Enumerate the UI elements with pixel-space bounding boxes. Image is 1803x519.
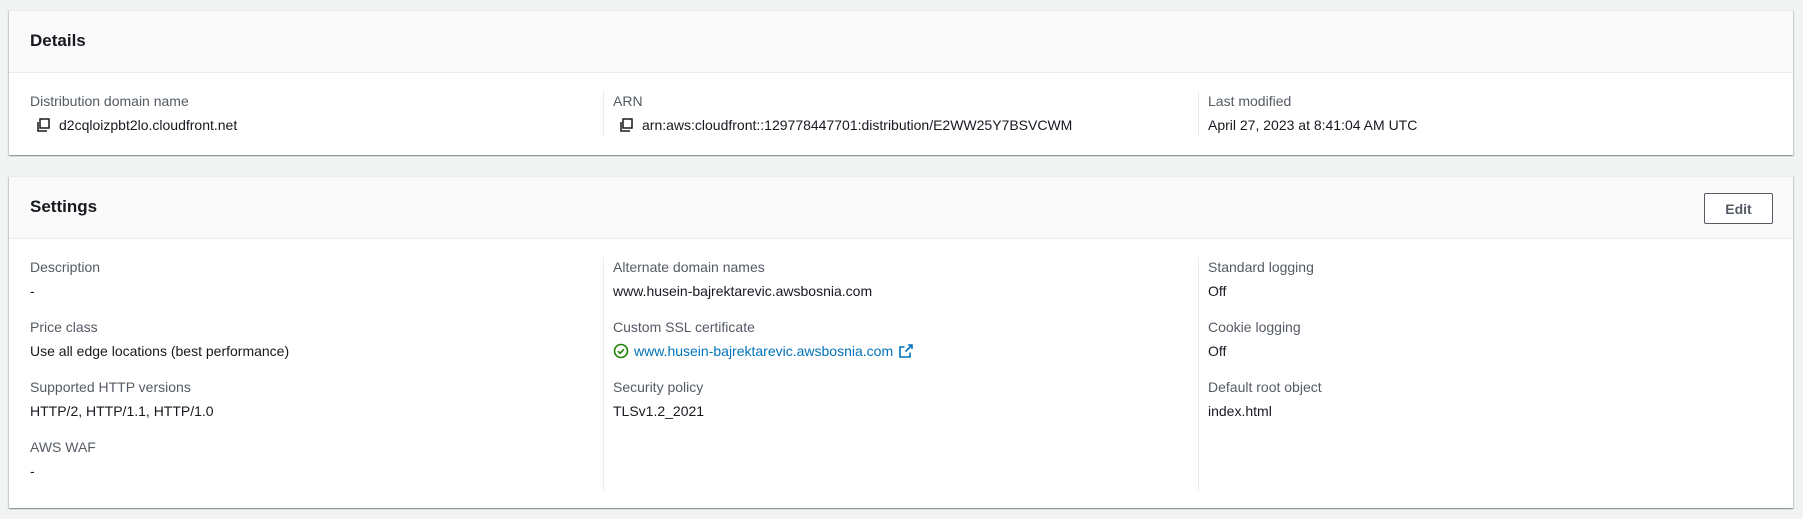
standard-logging-field: Standard logging Off (1208, 257, 1768, 301)
aws-waf-value: - (30, 463, 35, 479)
settings-header: Settings Edit (9, 177, 1793, 239)
status-positive-icon (613, 343, 629, 359)
security-policy-value: TLSv1.2_2021 (613, 403, 705, 419)
price-class-value: Use all edge locations (best performance… (30, 343, 290, 359)
copy-icon[interactable] (35, 117, 51, 133)
custom-ssl-certificate-value-row: www.husein-bajrektarevic.awsbosnia.com (613, 341, 1173, 361)
alternate-domain-names-value: www.husein-bajrektarevic.awsbosnia.com (613, 283, 873, 299)
settings-columns: Description - Price class Use all edge l… (9, 239, 1793, 508)
settings-column-2: Alternate domain names www.husein-bajrek… (613, 257, 1173, 490)
column-divider (603, 257, 604, 490)
arn-field: ARN arn:aws:cloudfront::129778447701:dis… (613, 91, 1173, 135)
description-field: Description - (30, 257, 580, 301)
cookie-logging-field: Cookie logging Off (1208, 317, 1768, 361)
description-label: Description (30, 259, 101, 275)
custom-ssl-certificate-field: Custom SSL certificate www.husein-bajrek… (613, 317, 1173, 361)
description-value: - (30, 283, 35, 299)
details-column-1: Distribution domain name d2cqloizpbt2lo.… (30, 91, 580, 137)
copy-icon[interactable] (618, 117, 634, 133)
details-column-2: ARN arn:aws:cloudfront::129778447701:dis… (613, 91, 1173, 137)
details-title: Details (30, 31, 86, 50)
settings-title: Settings (30, 197, 98, 216)
price-class-label: Price class (30, 319, 98, 335)
http-versions-label: Supported HTTP versions (30, 379, 191, 395)
standard-logging-label: Standard logging (1208, 259, 1314, 275)
price-class-field: Price class Use all edge locations (best… (30, 317, 580, 361)
distribution-domain-value-row: d2cqloizpbt2lo.cloudfront.net (30, 115, 580, 135)
arn-label: ARN (613, 93, 643, 109)
http-versions-value: HTTP/2, HTTP/1.1, HTTP/1.0 (30, 403, 214, 419)
aws-waf-label: AWS WAF (30, 439, 96, 455)
column-divider (1198, 91, 1199, 137)
external-link-icon[interactable] (898, 343, 914, 359)
column-divider (603, 91, 604, 137)
default-root-object-field: Default root object index.html (1208, 377, 1768, 421)
last-modified-label: Last modified (1208, 93, 1292, 109)
cookie-logging-value: Off (1208, 343, 1227, 359)
default-root-object-value: index.html (1208, 403, 1272, 419)
default-root-object-label: Default root object (1208, 379, 1322, 395)
column-divider (1198, 257, 1199, 490)
arn-value: arn:aws:cloudfront::129778447701:distrib… (642, 117, 1073, 133)
custom-ssl-certificate-label: Custom SSL certificate (613, 319, 755, 335)
custom-ssl-certificate-link[interactable]: www.husein-bajrektarevic.awsbosnia.com (634, 341, 893, 361)
arn-value-row: arn:aws:cloudfront::129778447701:distrib… (613, 115, 1173, 135)
standard-logging-value: Off (1208, 283, 1227, 299)
cookie-logging-label: Cookie logging (1208, 319, 1301, 335)
settings-column-3: Standard logging Off Cookie logging Off … (1208, 257, 1768, 490)
http-versions-field: Supported HTTP versions HTTP/2, HTTP/1.1… (30, 377, 580, 421)
alternate-domain-names-field: Alternate domain names www.husein-bajrek… (613, 257, 1173, 301)
details-header: Details (9, 11, 1793, 73)
distribution-domain-value: d2cqloizpbt2lo.cloudfront.net (59, 117, 238, 133)
distribution-domain-field: Distribution domain name d2cqloizpbt2lo.… (30, 91, 580, 135)
last-modified-value: April 27, 2023 at 8:41:04 AM UTC (1208, 117, 1418, 133)
settings-panel: Settings Edit Description - Price class … (9, 176, 1793, 508)
settings-column-1: Description - Price class Use all edge l… (30, 257, 580, 490)
details-columns: Distribution domain name d2cqloizpbt2lo.… (9, 73, 1793, 155)
edit-button[interactable]: Edit (1704, 193, 1773, 224)
details-panel: Details Distribution domain name d2cqloi… (9, 10, 1793, 155)
distribution-domain-label: Distribution domain name (30, 93, 189, 109)
security-policy-field: Security policy TLSv1.2_2021 (613, 377, 1173, 421)
alternate-domain-names-label: Alternate domain names (613, 259, 765, 275)
aws-waf-field: AWS WAF - (30, 437, 580, 481)
security-policy-label: Security policy (613, 379, 704, 395)
details-column-3: Last modified April 27, 2023 at 8:41:04 … (1208, 91, 1768, 137)
last-modified-field: Last modified April 27, 2023 at 8:41:04 … (1208, 91, 1768, 135)
